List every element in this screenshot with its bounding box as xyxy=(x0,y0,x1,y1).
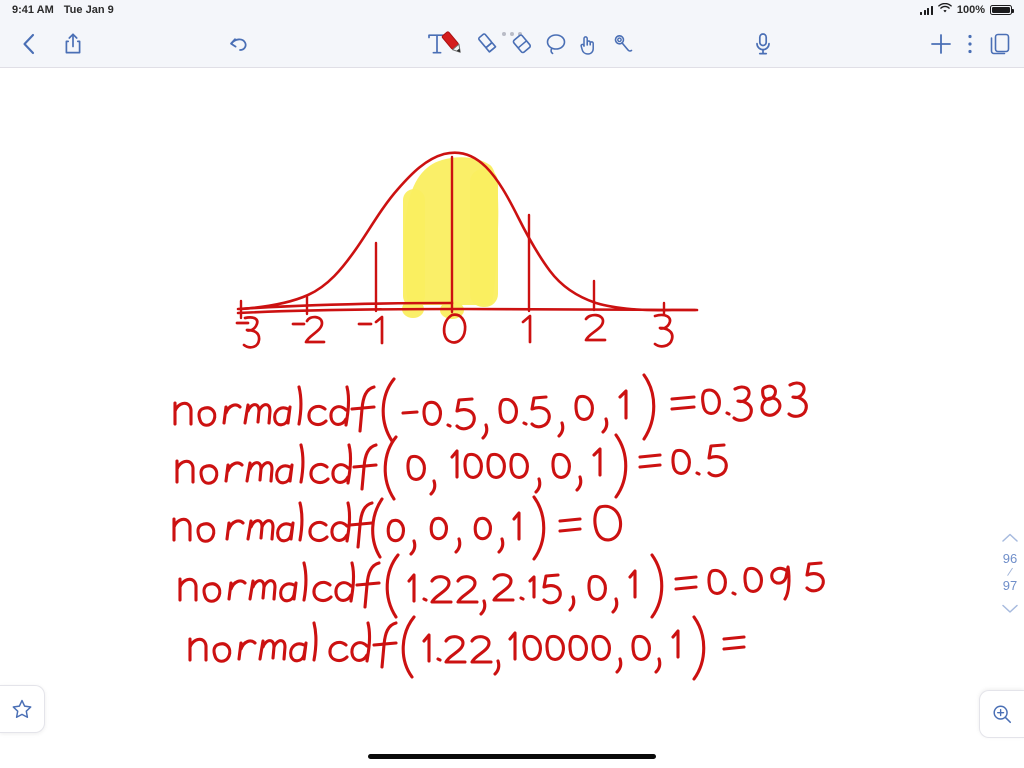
equation-line-1 xyxy=(173,373,808,443)
cellular-signal-icon xyxy=(920,5,933,15)
pen-tool[interactable] xyxy=(435,20,471,68)
status-bar-left: 9:41 AM Tue Jan 9 xyxy=(12,4,114,16)
battery-percent-label: 100% xyxy=(956,4,985,16)
battery-icon xyxy=(990,5,1014,15)
media-tool[interactable] xyxy=(606,20,640,68)
equation-line-3 xyxy=(172,495,623,561)
status-date: Tue Jan 9 xyxy=(63,4,114,16)
note-canvas[interactable] xyxy=(0,69,1024,768)
page-up-button[interactable] xyxy=(1002,530,1018,545)
total-page-number: 97 xyxy=(1002,577,1018,593)
magnifier-plus-icon xyxy=(993,705,1012,724)
record-audio-button[interactable] xyxy=(745,20,781,68)
highlighter-tool[interactable] xyxy=(471,20,505,68)
add-button[interactable] xyxy=(924,20,958,68)
page-navigator: 96 / 97 xyxy=(1002,530,1018,616)
handwritten-equations xyxy=(172,373,825,681)
chart-highlight-region xyxy=(402,157,499,319)
equation-line-2 xyxy=(175,433,728,501)
status-bar: 9:41 AM Tue Jan 9 100% xyxy=(0,0,1024,20)
home-indicator xyxy=(368,754,656,759)
chart-x-tick-labels xyxy=(235,313,674,349)
hand-tool[interactable] xyxy=(572,20,606,68)
more-button[interactable] xyxy=(958,20,982,68)
chart-tick-marks xyxy=(239,155,666,320)
lasso-tool[interactable] xyxy=(539,20,573,68)
star-icon xyxy=(12,699,32,718)
page-counter[interactable]: 96 / 97 xyxy=(1002,551,1018,594)
toolbar xyxy=(0,20,1024,68)
share-button[interactable] xyxy=(53,20,93,68)
wifi-icon xyxy=(938,2,952,17)
pages-button[interactable] xyxy=(982,20,1018,68)
status-time: 9:41 AM xyxy=(12,4,54,16)
favorite-button[interactable] xyxy=(0,685,45,733)
zoom-in-button[interactable] xyxy=(979,690,1024,738)
page-down-button[interactable] xyxy=(1002,601,1018,616)
equation-line-4 xyxy=(178,553,825,619)
equation-line-5 xyxy=(188,615,746,681)
eraser-tool[interactable] xyxy=(505,20,539,68)
handwritten-ink-layer xyxy=(172,151,825,681)
status-bar-right: 100% xyxy=(920,2,1014,17)
back-button[interactable] xyxy=(8,20,48,68)
undo-button[interactable] xyxy=(218,20,258,68)
